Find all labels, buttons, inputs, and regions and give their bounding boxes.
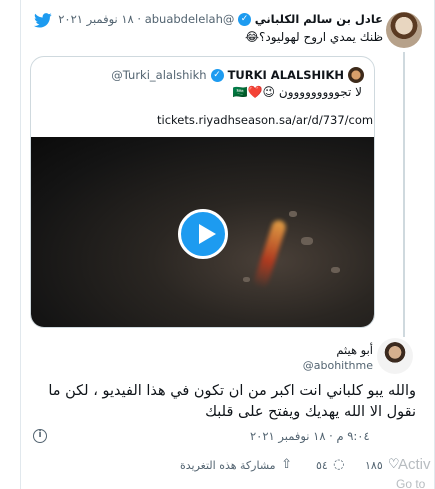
reply-author-avatar[interactable] xyxy=(377,338,413,374)
play-button-icon[interactable] xyxy=(178,209,228,259)
reply-author-name[interactable]: أبو هيثم xyxy=(336,343,373,357)
video-glow xyxy=(252,218,288,290)
quoted-author-name[interactable]: TURKI ALALSHIKH xyxy=(228,68,344,82)
thread-line xyxy=(403,52,405,337)
reply-text: والله يبو كلباني انت اكبر من ان تكون في … xyxy=(48,383,416,420)
share-label: مشاركة هذه التغريدة xyxy=(180,458,276,472)
separator-dot: · xyxy=(137,12,142,26)
quoted-author-avatar[interactable] xyxy=(348,67,364,83)
parent-tweet-header: عادل بن سالم الكلباني ✓ @abuabdelelah · … xyxy=(58,12,383,26)
activation-watermark-subtext: Go to xyxy=(396,477,426,489)
like-action[interactable]: ١٨٥ ♡ xyxy=(365,458,401,472)
scene-rock xyxy=(301,237,313,245)
author-handle[interactable]: @abuabdelelah xyxy=(145,12,235,26)
reply-timestamp[interactable]: ٩:٠٤ م · ١٨ نوفمبر ٢٠٢١ xyxy=(250,429,370,443)
scene-rock xyxy=(289,211,297,217)
like-count: ١٨٥ xyxy=(365,458,383,472)
quoted-tweet-card[interactable]: @Turki_alalshikh ✓ TURKI ALALSHIKH لا تج… xyxy=(30,56,375,328)
reply-action[interactable]: ٥٤ ◌ xyxy=(316,458,346,472)
quoted-tweet-header: @Turki_alalshikh ✓ TURKI ALALSHIKH xyxy=(111,67,364,83)
tweet-date[interactable]: ١٨ نوفمبر ٢٠٢١ xyxy=(58,12,134,26)
verified-badge-icon: ✓ xyxy=(238,13,252,26)
scene-rock xyxy=(243,277,250,282)
info-icon[interactable]: i xyxy=(33,429,47,443)
quoted-tweet-text: لا تجووووووووون 😉❤️🇸🇦 xyxy=(232,85,362,99)
quoted-tweet-link[interactable]: tickets.riyadhseason.sa/ar/d/737/comba..… xyxy=(157,113,374,127)
author-avatar[interactable] xyxy=(386,12,422,48)
activation-watermark: Activ xyxy=(398,456,431,473)
twitter-bird-icon[interactable] xyxy=(34,13,52,28)
scene-rock xyxy=(331,267,340,273)
share-icon[interactable]: ⇧ xyxy=(280,458,294,472)
parent-tweet-text: ظنك يمدي اروح لهوليود؟😂 xyxy=(245,30,383,44)
video-player[interactable] xyxy=(31,137,374,327)
reply-author-handle[interactable]: @abohithme xyxy=(303,359,373,372)
share-action[interactable]: مشاركة هذه التغريدة ⇧ xyxy=(180,458,294,472)
verified-badge-icon: ✓ xyxy=(210,68,224,82)
reply-count: ٥٤ xyxy=(316,458,328,472)
quoted-author-handle[interactable]: @Turki_alalshikh xyxy=(111,68,206,82)
author-name[interactable]: عادل بن سالم الكلباني xyxy=(255,12,383,26)
reply-bubble-icon[interactable]: ◌ xyxy=(332,458,346,472)
